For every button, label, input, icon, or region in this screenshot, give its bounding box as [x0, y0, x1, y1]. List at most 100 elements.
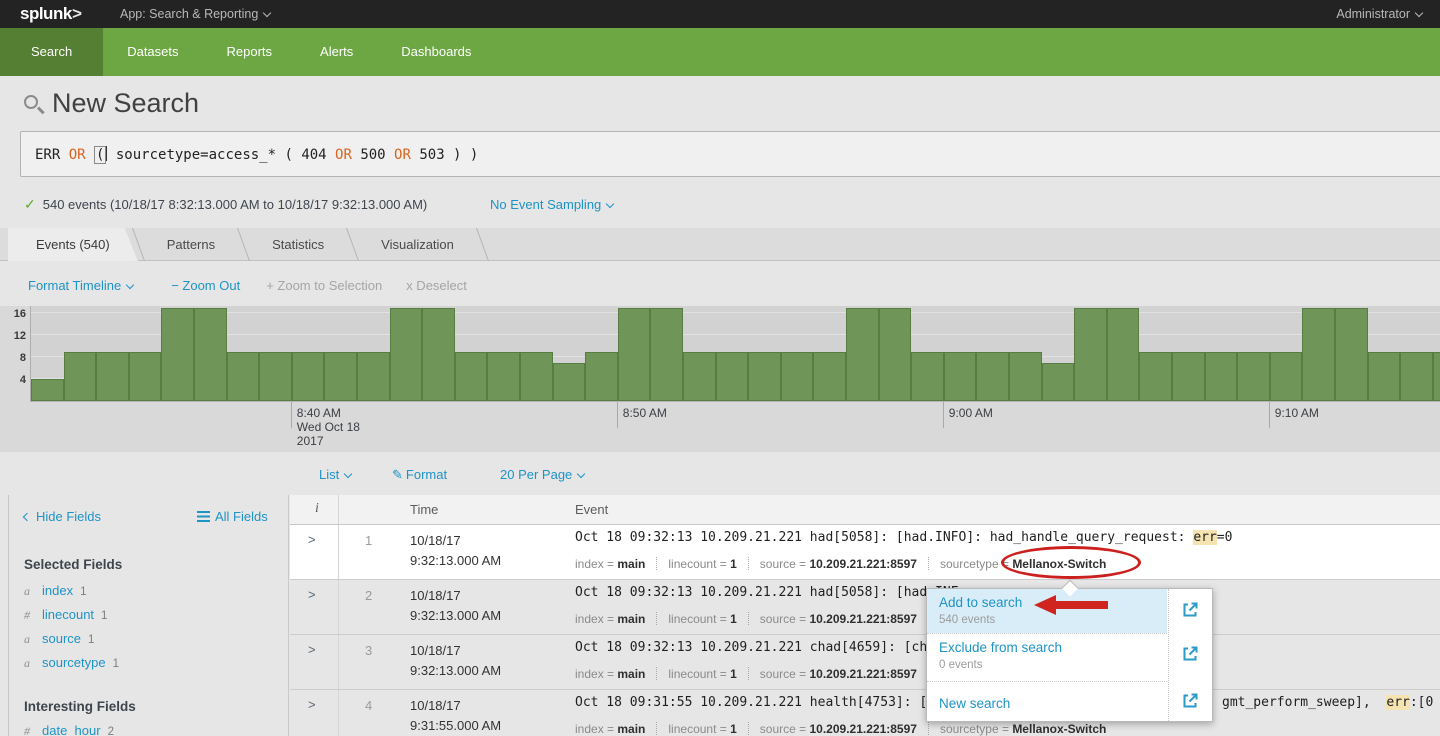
- event-field-value[interactable]: 1: [730, 722, 737, 736]
- timeline-bar[interactable]: [1433, 352, 1440, 402]
- event-raw-text[interactable]: Oct 18 09:32:13 10.209.21.221 had[5058]:…: [575, 530, 1232, 545]
- timeline-bar[interactable]: [748, 352, 781, 402]
- event-field-value[interactable]: main: [617, 667, 645, 681]
- zoom-to-selection-button[interactable]: + Zoom to Selection: [266, 278, 382, 293]
- timeline-bar[interactable]: [1302, 308, 1335, 402]
- format-timeline-menu[interactable]: Format Timeline: [28, 278, 133, 293]
- timeline-bar[interactable]: [520, 352, 553, 402]
- field-name-link[interactable]: date_hour: [42, 723, 101, 736]
- field-name-link[interactable]: linecount: [42, 607, 94, 622]
- app-menu[interactable]: App: Search & Reporting: [120, 7, 270, 21]
- event-field-value[interactable]: 1: [730, 557, 737, 571]
- timeline-bar[interactable]: [650, 308, 683, 402]
- timeline-bar[interactable]: [553, 363, 586, 402]
- deselect-button[interactable]: x Deselect: [406, 278, 467, 293]
- nav-item-dashboards[interactable]: Dashboards: [377, 28, 495, 76]
- timeline-bar[interactable]: [455, 352, 488, 402]
- timeline-bar[interactable]: [1205, 352, 1238, 402]
- open-in-new-icon[interactable]: [1181, 692, 1199, 710]
- expand-event-icon[interactable]: >: [308, 532, 316, 547]
- event-field-value[interactable]: main: [617, 612, 645, 626]
- event-field-value[interactable]: Mellanox-Switch: [1012, 722, 1106, 736]
- hide-fields-link[interactable]: Hide Fields: [24, 509, 101, 524]
- event-field-value[interactable]: 10.209.21.221:8597: [810, 667, 917, 681]
- open-in-new-icon[interactable]: [1181, 601, 1199, 619]
- expand-event-icon[interactable]: >: [308, 697, 316, 712]
- popup-item-new-search[interactable]: New search: [927, 681, 1167, 723]
- timeline-bar[interactable]: [976, 352, 1009, 402]
- timeline-bar[interactable]: [390, 308, 423, 402]
- splunk-logo[interactable]: splunk>: [20, 4, 81, 24]
- timeline-bar[interactable]: [585, 352, 618, 402]
- timeline-bar[interactable]: [161, 308, 194, 402]
- timeline-bar[interactable]: [1107, 308, 1140, 402]
- timeline-bar[interactable]: [1172, 352, 1205, 402]
- tab-events-540-[interactable]: Events (540): [8, 228, 138, 261]
- timeline-bar[interactable]: [781, 352, 814, 402]
- timeline-bar[interactable]: [846, 308, 879, 402]
- search-query-input[interactable]: ERR OR ( sourcetype=access_* ( 404 OR 50…: [35, 146, 478, 163]
- timeline-bar[interactable]: [813, 352, 846, 402]
- timeline-bar[interactable]: [1042, 363, 1075, 402]
- event-field-value[interactable]: 10.209.21.221:8597: [810, 722, 917, 736]
- list-view-menu[interactable]: List: [319, 467, 351, 482]
- timeline-bar[interactable]: [1335, 308, 1368, 402]
- tab-visualization[interactable]: Visualization: [353, 228, 482, 261]
- timeline-bar[interactable]: [618, 308, 651, 402]
- timeline-plot-area[interactable]: [30, 306, 1440, 402]
- all-fields-link[interactable]: All Fields: [197, 509, 268, 524]
- timeline-bar[interactable]: [879, 308, 912, 402]
- zoom-out-button[interactable]: − Zoom Out: [171, 278, 240, 293]
- nav-item-reports[interactable]: Reports: [203, 28, 297, 76]
- popup-item-exclude-from-search[interactable]: Exclude from search0 events: [927, 633, 1167, 681]
- expand-event-icon[interactable]: >: [308, 642, 316, 657]
- timeline-bar[interactable]: [716, 352, 749, 402]
- timeline-bar[interactable]: [96, 352, 129, 402]
- timeline-bar[interactable]: [194, 308, 227, 402]
- event-field-value[interactable]: 10.209.21.221:8597: [810, 557, 917, 571]
- timeline-bar[interactable]: [324, 352, 357, 402]
- event-raw-text[interactable]: Oct 18 09:32:13 10.209.21.221 chad[4659]…: [575, 640, 959, 655]
- nav-item-alerts[interactable]: Alerts: [296, 28, 377, 76]
- timeline-bar[interactable]: [1400, 352, 1433, 402]
- expand-event-icon[interactable]: >: [308, 587, 316, 602]
- timeline-bar[interactable]: [31, 379, 64, 401]
- event-field-value[interactable]: main: [617, 722, 645, 736]
- timeline-bar[interactable]: [1237, 352, 1270, 402]
- timeline-bar[interactable]: [944, 352, 977, 402]
- field-name-link[interactable]: index: [42, 583, 73, 598]
- event-field-value[interactable]: 1: [730, 612, 737, 626]
- timeline-bar[interactable]: [487, 352, 520, 402]
- search-bar[interactable]: ERR OR ( sourcetype=access_* ( 404 OR 50…: [20, 131, 1440, 177]
- timeline-bar[interactable]: [911, 352, 944, 402]
- event-field-value[interactable]: main: [617, 557, 645, 571]
- timeline-bar[interactable]: [292, 352, 325, 402]
- event-field-value[interactable]: 1: [730, 667, 737, 681]
- timeline-bar[interactable]: [1009, 352, 1042, 402]
- timeline-bar[interactable]: [422, 308, 455, 402]
- timeline-bar[interactable]: [1074, 308, 1107, 402]
- tab-statistics[interactable]: Statistics: [244, 228, 352, 261]
- per-page-menu[interactable]: 20 Per Page: [500, 467, 584, 482]
- timeline-bar[interactable]: [259, 352, 292, 402]
- nav-item-datasets[interactable]: Datasets: [103, 28, 202, 76]
- timeline-bar[interactable]: [1368, 352, 1401, 402]
- timeline-bar[interactable]: [129, 352, 162, 402]
- timeline-bar[interactable]: [227, 352, 260, 402]
- timeline-bar[interactable]: [1270, 352, 1303, 402]
- user-menu[interactable]: Administrator: [1336, 7, 1422, 21]
- event-raw-text[interactable]: Oct 18 09:31:55 10.209.21.221 health[475…: [575, 695, 959, 710]
- timeline-bar[interactable]: [683, 352, 716, 402]
- timeline-bar[interactable]: [1139, 352, 1172, 402]
- field-name-link[interactable]: sourcetype: [42, 655, 106, 670]
- nav-item-search[interactable]: Search: [0, 28, 103, 76]
- event-sampling-menu[interactable]: No Event Sampling: [490, 197, 613, 212]
- field-name-link[interactable]: source: [42, 631, 81, 646]
- format-menu[interactable]: ✎Format: [392, 467, 447, 483]
- open-in-new-icon[interactable]: [1181, 645, 1199, 663]
- timeline-bar[interactable]: [357, 352, 390, 402]
- event-raw-text[interactable]: Oct 18 09:32:13 10.209.21.221 had[5058]:…: [575, 585, 959, 600]
- timeline-bar[interactable]: [64, 352, 97, 402]
- tab-patterns[interactable]: Patterns: [139, 228, 243, 261]
- event-field-value[interactable]: 10.209.21.221:8597: [810, 612, 917, 626]
